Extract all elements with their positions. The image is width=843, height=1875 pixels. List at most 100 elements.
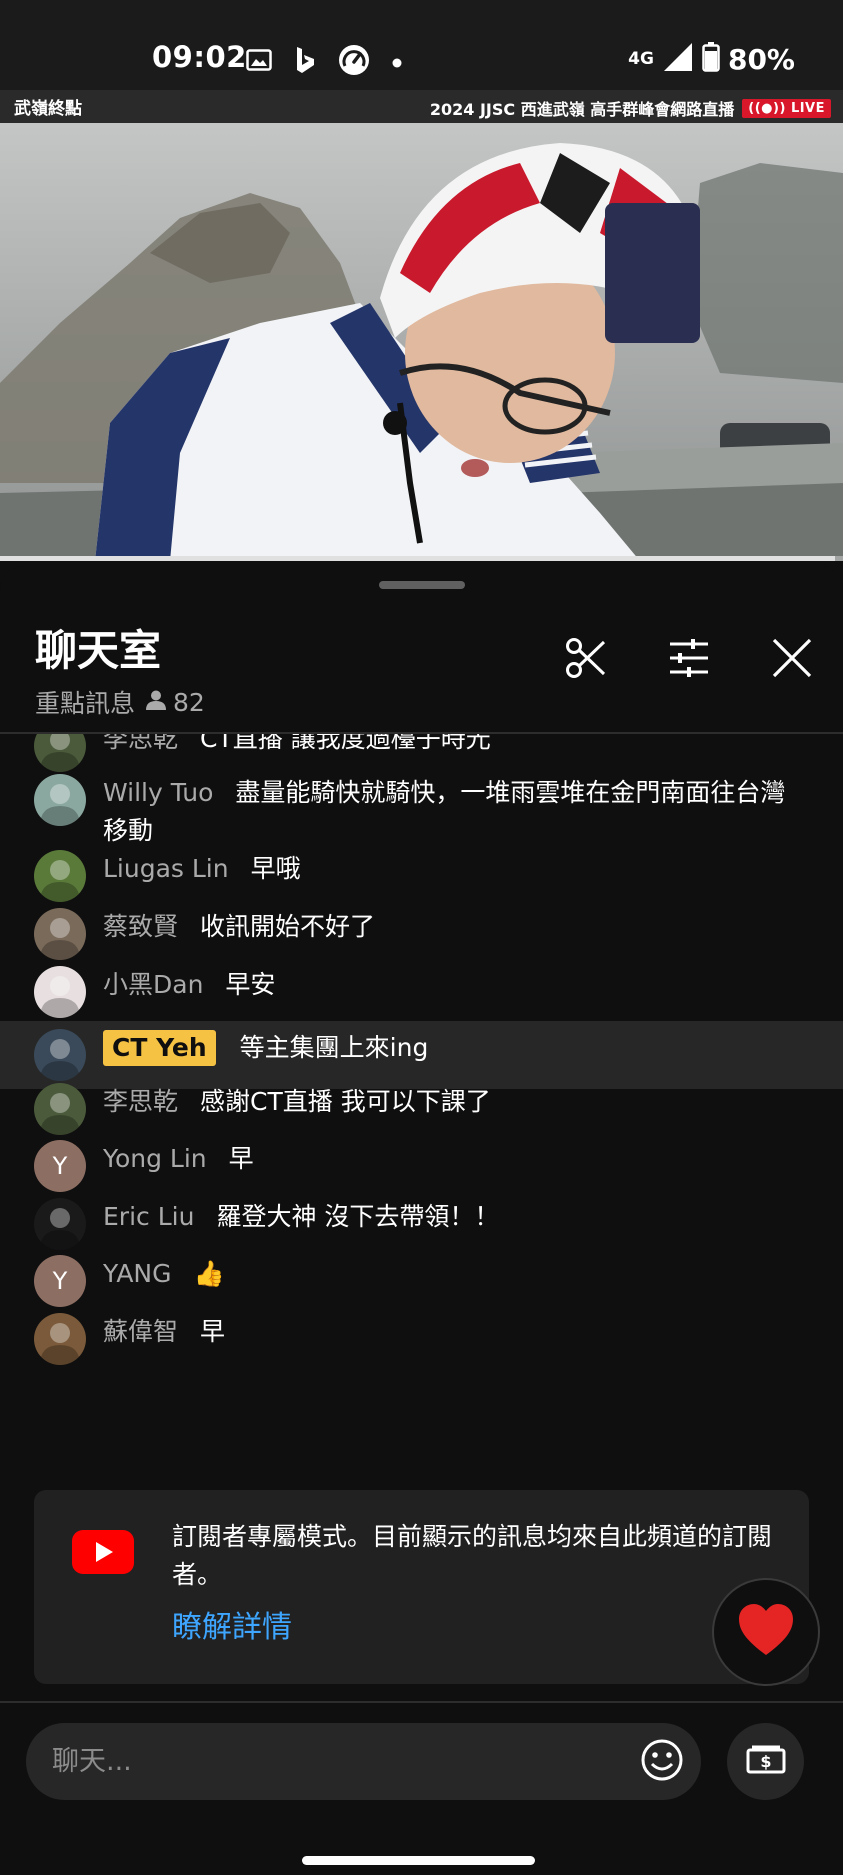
message-body: CT Yeh 等主集團上來ing — [103, 1029, 803, 1089]
author-name[interactable]: Eric Liu — [103, 1202, 194, 1231]
emoji-button[interactable] — [636, 1736, 688, 1788]
live-badge: ((●)) LIVE — [742, 98, 831, 118]
message-text: 早 — [228, 1144, 254, 1173]
author-name[interactable]: Yong Lin — [103, 1144, 207, 1173]
scissors-icon — [564, 636, 608, 684]
author-avatar[interactable]: Y — [34, 1140, 86, 1192]
system-icons: 4G 80% — [628, 42, 795, 76]
message-text: 感謝CT直播 我可以下課了 — [200, 1087, 491, 1116]
message-text: CT直播 讓我度過檯子時光 — [200, 734, 491, 753]
sliders-icon — [667, 636, 711, 684]
chat-message[interactable]: 蔡致賢 收訊開始不好了 — [0, 908, 843, 960]
chat-mode-selector[interactable]: 重點訊息 82 — [35, 684, 205, 720]
author-avatar[interactable] — [34, 774, 86, 826]
message-body: 李思乾 CT直播 讓我度過檯子時光 — [103, 734, 803, 772]
author-name[interactable]: Liugas Lin — [103, 854, 229, 883]
author-avatar[interactable] — [34, 1313, 86, 1365]
notification-icons — [246, 44, 402, 80]
gallery-icon — [246, 49, 272, 75]
author-avatar[interactable] — [34, 734, 86, 772]
chat-message[interactable]: 李思乾 CT直播 讓我度過檯子時光 — [0, 734, 843, 772]
author-avatar[interactable] — [34, 1198, 86, 1250]
message-body: 蔡致賢 收訊開始不好了 — [103, 908, 803, 960]
chat-message[interactable]: Eric Liu 羅登大神 沒下去帶領！！ — [0, 1198, 843, 1250]
chat-message[interactable]: Liugas Lin 早哦 — [0, 850, 843, 902]
message-text: 等主集團上來ing — [239, 1033, 429, 1062]
video-progress-bar[interactable] — [0, 556, 843, 561]
network-type: 4G — [628, 48, 654, 69]
message-text: 早 — [200, 1317, 226, 1346]
clip-button[interactable] — [560, 634, 612, 686]
author-avatar[interactable] — [34, 1029, 86, 1081]
chat-message[interactable]: Y Yong Lin 早 — [0, 1140, 843, 1192]
author-name[interactable]: 蔡致賢 — [103, 912, 178, 941]
money-icon: $ — [746, 1745, 786, 1779]
message-body: 小黑Dan 早安 — [103, 966, 803, 1018]
message-text: 👍 — [193, 1259, 225, 1288]
super-chat-button[interactable]: $ — [727, 1723, 804, 1800]
author-avatar[interactable] — [34, 850, 86, 902]
chat-message[interactable]: 李思乾 感謝CT直播 我可以下課了 — [0, 1083, 843, 1135]
chat-mode-label[interactable]: 重點訊息 — [35, 684, 135, 720]
close-chat-button[interactable] — [766, 634, 818, 686]
author-name[interactable]: Willy Tuo — [103, 778, 213, 807]
message-body: Eric Liu 羅登大神 沒下去帶領！！ — [103, 1198, 803, 1250]
message-text: 早哦 — [250, 854, 301, 883]
video-player[interactable]: 武嶺終點 2024 JJSC 西進武嶺 高手群峰會網路直播 ((●)) LIVE — [0, 90, 843, 561]
author-name[interactable]: 小黑Dan — [103, 970, 203, 999]
chat-message[interactable]: 小黑Dan 早安 — [0, 966, 843, 1018]
author-avatar[interactable] — [34, 1083, 86, 1135]
chat-title: 聊天室 — [35, 626, 162, 675]
author-avatar[interactable] — [34, 966, 86, 1018]
message-body: Liugas Lin 早哦 — [103, 850, 803, 902]
message-text: 收訊開始不好了 — [200, 912, 376, 941]
video-overlay-banner: 武嶺終點 2024 JJSC 西進武嶺 高手群峰會網路直播 ((●)) LIVE — [0, 90, 843, 123]
message-body: YANG 👍 — [103, 1255, 803, 1307]
author-avatar[interactable] — [34, 908, 86, 960]
author-name[interactable]: YANG — [103, 1259, 172, 1288]
battery-level: 80% — [727, 42, 795, 76]
message-body: Willy Tuo 盡量能騎快就騎快，一堆雨雲堆在金門南面往台灣移動 — [103, 774, 803, 850]
video-frame — [0, 123, 843, 561]
svg-text:$: $ — [760, 1752, 771, 1771]
drag-handle[interactable] — [379, 581, 465, 589]
bing-icon — [294, 46, 316, 78]
person-icon — [145, 688, 167, 717]
reaction-button[interactable] — [712, 1578, 820, 1686]
message-body: 李思乾 感謝CT直播 我可以下課了 — [103, 1083, 803, 1135]
chat-message-list[interactable]: 李思乾 CT直播 讓我度過檯子時光 Willy Tuo 盡量能騎快就騎快，一堆雨雲堆在… — [0, 734, 843, 1414]
dot-icon — [392, 53, 402, 72]
owner-author-badge[interactable]: CT Yeh — [103, 1030, 216, 1066]
overlay-location: 武嶺終點 — [14, 99, 82, 119]
overlay-title-group: 2024 JJSC 西進武嶺 高手群峰會網路直播 ((●)) LIVE — [430, 96, 831, 120]
close-icon — [770, 636, 814, 684]
chat-message[interactable]: 蘇偉智早 — [0, 1313, 843, 1365]
chat-message[interactable]: Willy Tuo 盡量能騎快就騎快，一堆雨雲堆在金門南面往台灣移動 — [0, 774, 843, 850]
message-text: 羅登大神 沒下去帶領！！ — [216, 1202, 500, 1231]
author-name[interactable]: 蘇偉智 — [103, 1317, 178, 1346]
heart-icon — [737, 1603, 795, 1661]
home-indicator[interactable] — [302, 1856, 535, 1865]
emoji-icon — [640, 1738, 684, 1786]
chat-message[interactable]: CT Yeh 等主集團上來ing — [0, 1021, 843, 1089]
live-broadcast-icon: ((●)) — [748, 100, 791, 116]
chat-input[interactable] — [26, 1723, 701, 1800]
author-name[interactable]: 李思乾 — [103, 734, 178, 753]
battery-icon — [702, 42, 720, 76]
speedometer-icon — [338, 44, 370, 80]
chat-settings-button[interactable] — [663, 634, 715, 686]
chat-message[interactable]: Y YANG 👍 — [0, 1255, 843, 1307]
message-body: Yong Lin 早 — [103, 1140, 803, 1192]
viewer-count: 82 — [145, 688, 205, 717]
live-chat-panel: 聊天室 重點訊息 82 李思乾 CT直播 讓我度過檯子時光 Willy Tuo 盡量能… — [0, 566, 843, 1875]
notice-text: 訂閱者專屬模式。目前顯示的訊息均來自此頻道的訂閱者。 — [172, 1522, 773, 1589]
input-divider — [0, 1701, 843, 1703]
status-bar: 09:02 4G 80% — [0, 0, 843, 90]
signal-icon — [662, 42, 694, 76]
author-avatar[interactable]: Y — [34, 1255, 86, 1307]
learn-more-link[interactable]: 瞭解詳情 — [172, 1602, 292, 1646]
status-time: 09:02 — [152, 40, 247, 74]
overlay-title: 2024 JJSC 西進武嶺 高手群峰會網路直播 — [429, 100, 735, 119]
author-name[interactable]: 李思乾 — [103, 1087, 178, 1116]
message-body: 蘇偉智早 — [103, 1313, 803, 1365]
